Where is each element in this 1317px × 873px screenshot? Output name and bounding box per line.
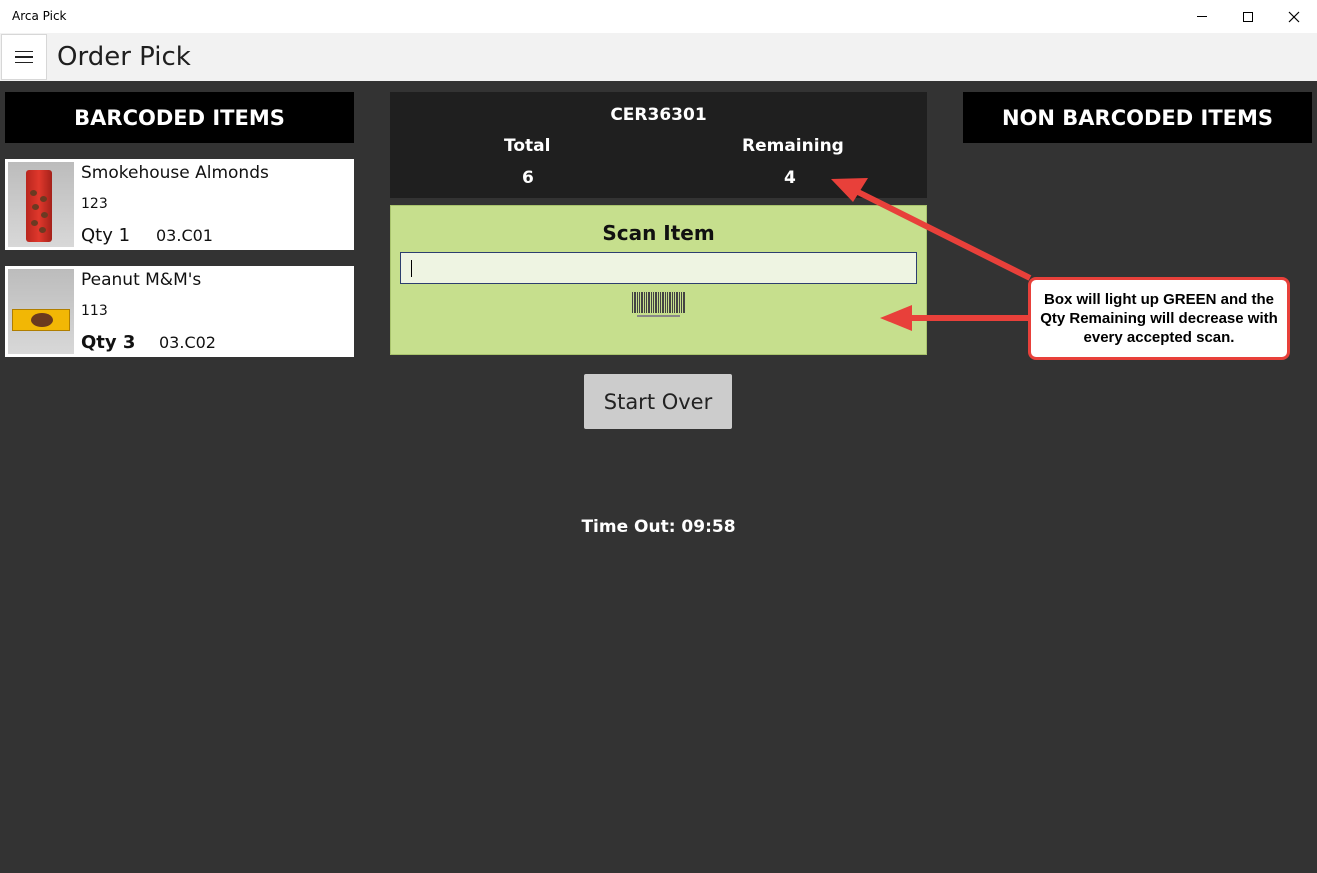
mm-package-image (8, 269, 74, 354)
close-icon (1288, 11, 1300, 22)
minimize-icon (1197, 16, 1207, 17)
text-cursor (411, 260, 412, 277)
non-barcoded-items-header: NON BARCODED ITEMS (963, 92, 1312, 143)
item-name: Smokehouse Almonds (81, 163, 269, 183)
total-value: 6 (522, 168, 534, 188)
page-title: Order Pick (57, 42, 191, 72)
barcoded-item-card[interactable]: Peanut M&M's 113 Qty 3 03.C02 (5, 266, 354, 357)
total-label: Total (504, 136, 551, 156)
barcoded-item-card[interactable]: Smokehouse Almonds 123 Qty 1 03.C01 (5, 159, 354, 250)
item-location: 03.C01 (156, 226, 213, 245)
hamburger-menu-button[interactable] (1, 34, 47, 80)
barcode-icon (631, 290, 686, 320)
maximize-icon (1243, 11, 1253, 22)
order-summary-panel: CER36301 Total 6 Remaining 4 (390, 92, 927, 198)
hamburger-icon-line (15, 61, 33, 64)
item-code: 113 (81, 303, 108, 319)
scan-input[interactable] (400, 252, 917, 284)
scan-item-panel: Scan Item (390, 205, 927, 355)
item-code: 123 (81, 196, 108, 212)
hamburger-icon-line (15, 50, 33, 53)
order-id: CER36301 (610, 105, 707, 125)
app-bar: Order Pick (0, 33, 1317, 81)
start-over-button[interactable]: Start Over (584, 374, 732, 429)
item-name: Peanut M&M's (81, 270, 202, 290)
close-button[interactable] (1271, 0, 1317, 33)
minimize-button[interactable] (1179, 0, 1225, 33)
timeout-text: Time Out: 09:58 (581, 517, 736, 537)
barcoded-items-header: BARCODED ITEMS (5, 92, 354, 143)
maximize-button[interactable] (1225, 0, 1271, 33)
window-title: Arca Pick (12, 9, 67, 23)
remaining-value: 4 (784, 168, 796, 188)
item-location: 03.C02 (159, 333, 216, 352)
remaining-label: Remaining (742, 136, 844, 156)
scan-item-title: Scan Item (602, 221, 715, 245)
annotation-callout: Box will light up GREEN and the Qty Rema… (1028, 277, 1290, 360)
item-qty: Qty 1 (81, 225, 131, 246)
hamburger-icon-line (15, 56, 33, 58)
window-titlebar: Arca Pick (0, 0, 1317, 33)
item-qty: Qty 3 (81, 332, 136, 353)
almonds-package-image (8, 162, 74, 247)
timeout-label: Time Out: 09:58 (0, 517, 1317, 537)
